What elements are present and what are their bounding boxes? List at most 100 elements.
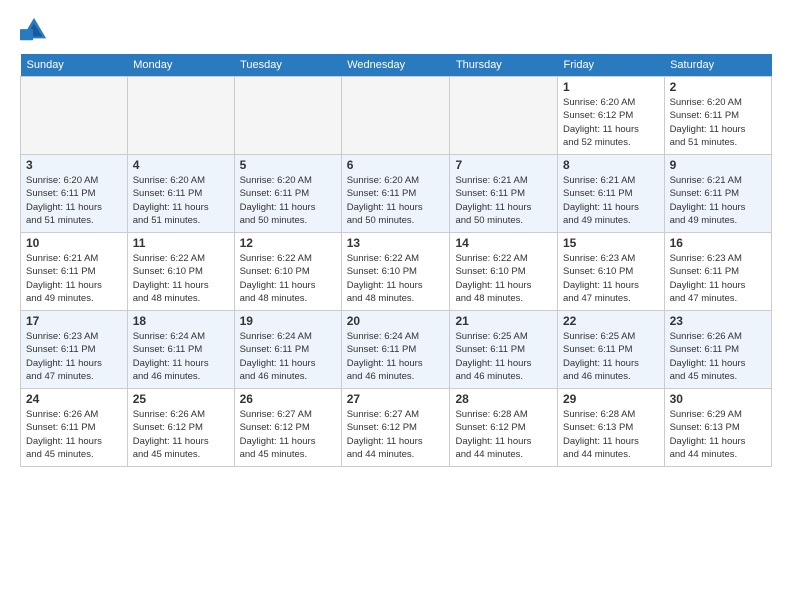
day-number: 21 — [455, 314, 552, 328]
day-number: 4 — [133, 158, 229, 172]
day-number: 1 — [563, 80, 659, 94]
day-number: 3 — [26, 158, 122, 172]
day-number: 28 — [455, 392, 552, 406]
calendar-cell: 8Sunrise: 6:21 AM Sunset: 6:11 PM Daylig… — [558, 155, 665, 233]
day-number: 16 — [670, 236, 766, 250]
calendar-cell: 30 Sunrise: 6:29 AM Sunset: 6:13 PM Dayli… — [664, 389, 771, 467]
day-info: Sunrise: 6:20 AM Sunset: 6:11 PM Dayligh… — [133, 174, 229, 227]
day-number: 2 — [670, 80, 766, 94]
week-row-1: 1 Sunrise: 6:20 AM Sunset: 6:12 PM Daylig… — [21, 77, 772, 155]
calendar-cell: 5 Sunrise: 6:20 AM Sunset: 6:11 PM Daylig… — [234, 155, 341, 233]
weekday-header-monday: Monday — [127, 54, 234, 77]
day-number: 27 — [347, 392, 445, 406]
weekday-header-thursday: Thursday — [450, 54, 558, 77]
day-info: Sunrise: 6:29 AM Sunset: 6:13 PM Dayligh… — [670, 408, 766, 461]
calendar-cell: 14 Sunrise: 6:22 AM Sunset: 6:10 PM Dayli… — [450, 233, 558, 311]
day-info: Sunrise: 6:23 AM Sunset: 6:10 PM Dayligh… — [563, 252, 659, 305]
day-info: Sunrise: 6:26 AM Sunset: 6:11 PM Dayligh… — [670, 330, 766, 383]
day-info: Sunrise: 6:28 AM Sunset: 6:12 PM Dayligh… — [455, 408, 552, 461]
calendar-cell: 21 Sunrise: 6:25 AM Sunset: 6:11 PM Dayli… — [450, 311, 558, 389]
calendar-cell: 12 Sunrise: 6:22 AM Sunset: 6:10 PM Dayli… — [234, 233, 341, 311]
calendar-cell: 7 Sunrise: 6:21 AM Sunset: 6:11 PM Daylig… — [450, 155, 558, 233]
header — [20, 16, 772, 44]
calendar-cell: 17 Sunrise: 6:23 AM Sunset: 6:11 PM Dayli… — [21, 311, 128, 389]
day-number: 25 — [133, 392, 229, 406]
week-row-4: 17 Sunrise: 6:23 AM Sunset: 6:11 PM Dayli… — [21, 311, 772, 389]
day-number: 5 — [240, 158, 336, 172]
week-row-2: 3 Sunrise: 6:20 AM Sunset: 6:11 PM Daylig… — [21, 155, 772, 233]
calendar-cell: 27Sunrise: 6:27 AM Sunset: 6:12 PM Dayli… — [341, 389, 450, 467]
day-info: Sunrise: 6:20 AM Sunset: 6:12 PM Dayligh… — [563, 96, 659, 149]
day-number: 19 — [240, 314, 336, 328]
day-number: 12 — [240, 236, 336, 250]
day-number: 23 — [670, 314, 766, 328]
weekday-header-tuesday: Tuesday — [234, 54, 341, 77]
day-info: Sunrise: 6:20 AM Sunset: 6:11 PM Dayligh… — [670, 96, 766, 149]
day-info: Sunrise: 6:20 AM Sunset: 6:11 PM Dayligh… — [347, 174, 445, 227]
logo — [20, 16, 52, 44]
day-info: Sunrise: 6:20 AM Sunset: 6:11 PM Dayligh… — [240, 174, 336, 227]
day-info: Sunrise: 6:24 AM Sunset: 6:11 PM Dayligh… — [347, 330, 445, 383]
day-number: 26 — [240, 392, 336, 406]
day-info: Sunrise: 6:21 AM Sunset: 6:11 PM Dayligh… — [670, 174, 766, 227]
day-number: 7 — [455, 158, 552, 172]
weekday-header-sunday: Sunday — [21, 54, 128, 77]
calendar-table: SundayMondayTuesdayWednesdayThursdayFrid… — [20, 54, 772, 467]
calendar-cell: 13 Sunrise: 6:22 AM Sunset: 6:10 PM Dayli… — [341, 233, 450, 311]
calendar-cell: 19 Sunrise: 6:24 AM Sunset: 6:11 PM Dayli… — [234, 311, 341, 389]
calendar-cell: 22 Sunrise: 6:25 AM Sunset: 6:11 PM Dayli… — [558, 311, 665, 389]
calendar-cell: 2 Sunrise: 6:20 AM Sunset: 6:11 PM Daylig… — [664, 77, 771, 155]
day-number: 22 — [563, 314, 659, 328]
calendar-cell — [234, 77, 341, 155]
calendar-cell: 10 Sunrise: 6:21 AM Sunset: 6:11 PM Dayli… — [21, 233, 128, 311]
weekday-header-wednesday: Wednesday — [341, 54, 450, 77]
page: SundayMondayTuesdayWednesdayThursdayFrid… — [0, 0, 792, 477]
day-number: 30 — [670, 392, 766, 406]
calendar-cell: 23 Sunrise: 6:26 AM Sunset: 6:11 PM Dayli… — [664, 311, 771, 389]
day-info: Sunrise: 6:26 AM Sunset: 6:12 PM Dayligh… — [133, 408, 229, 461]
calendar-cell: 4 Sunrise: 6:20 AM Sunset: 6:11 PM Daylig… — [127, 155, 234, 233]
day-number: 17 — [26, 314, 122, 328]
day-info: Sunrise: 6:23 AM Sunset: 6:11 PM Dayligh… — [670, 252, 766, 305]
day-info: Sunrise: 6:22 AM Sunset: 6:10 PM Dayligh… — [240, 252, 336, 305]
day-info: Sunrise: 6:23 AM Sunset: 6:11 PM Dayligh… — [26, 330, 122, 383]
day-number: 6 — [347, 158, 445, 172]
day-info: Sunrise: 6:22 AM Sunset: 6:10 PM Dayligh… — [455, 252, 552, 305]
day-info: Sunrise: 6:24 AM Sunset: 6:11 PM Dayligh… — [133, 330, 229, 383]
calendar-cell — [127, 77, 234, 155]
day-number: 10 — [26, 236, 122, 250]
calendar-cell: 20 Sunrise: 6:24 AM Sunset: 6:11 PM Dayli… — [341, 311, 450, 389]
day-number: 24 — [26, 392, 122, 406]
day-number: 14 — [455, 236, 552, 250]
day-number: 18 — [133, 314, 229, 328]
week-row-3: 10 Sunrise: 6:21 AM Sunset: 6:11 PM Dayli… — [21, 233, 772, 311]
calendar-cell: 29Sunrise: 6:28 AM Sunset: 6:13 PM Dayli… — [558, 389, 665, 467]
logo-icon — [20, 16, 48, 44]
day-info: Sunrise: 6:27 AM Sunset: 6:12 PM Dayligh… — [240, 408, 336, 461]
day-number: 29 — [563, 392, 659, 406]
calendar-cell: 25 Sunrise: 6:26 AM Sunset: 6:12 PM Dayli… — [127, 389, 234, 467]
day-info: Sunrise: 6:24 AM Sunset: 6:11 PM Dayligh… — [240, 330, 336, 383]
day-info: Sunrise: 6:26 AM Sunset: 6:11 PM Dayligh… — [26, 408, 122, 461]
day-info: Sunrise: 6:20 AM Sunset: 6:11 PM Dayligh… — [26, 174, 122, 227]
calendar-cell: 3 Sunrise: 6:20 AM Sunset: 6:11 PM Daylig… — [21, 155, 128, 233]
weekday-header-row: SundayMondayTuesdayWednesdayThursdayFrid… — [21, 54, 772, 77]
day-number: 13 — [347, 236, 445, 250]
calendar-cell: 1 Sunrise: 6:20 AM Sunset: 6:12 PM Daylig… — [558, 77, 665, 155]
day-info: Sunrise: 6:25 AM Sunset: 6:11 PM Dayligh… — [563, 330, 659, 383]
calendar-cell: 15Sunrise: 6:23 AM Sunset: 6:10 PM Dayli… — [558, 233, 665, 311]
calendar-cell: 26 Sunrise: 6:27 AM Sunset: 6:12 PM Dayli… — [234, 389, 341, 467]
day-info: Sunrise: 6:25 AM Sunset: 6:11 PM Dayligh… — [455, 330, 552, 383]
day-info: Sunrise: 6:21 AM Sunset: 6:11 PM Dayligh… — [563, 174, 659, 227]
day-info: Sunrise: 6:22 AM Sunset: 6:10 PM Dayligh… — [347, 252, 445, 305]
weekday-header-saturday: Saturday — [664, 54, 771, 77]
day-number: 20 — [347, 314, 445, 328]
day-info: Sunrise: 6:21 AM Sunset: 6:11 PM Dayligh… — [26, 252, 122, 305]
day-info: Sunrise: 6:21 AM Sunset: 6:11 PM Dayligh… — [455, 174, 552, 227]
calendar-cell: 9Sunrise: 6:21 AM Sunset: 6:11 PM Daylig… — [664, 155, 771, 233]
calendar-cell: 6 Sunrise: 6:20 AM Sunset: 6:11 PM Daylig… — [341, 155, 450, 233]
week-row-5: 24 Sunrise: 6:26 AM Sunset: 6:11 PM Dayli… — [21, 389, 772, 467]
weekday-header-friday: Friday — [558, 54, 665, 77]
calendar-cell — [21, 77, 128, 155]
calendar-cell: 16 Sunrise: 6:23 AM Sunset: 6:11 PM Dayli… — [664, 233, 771, 311]
